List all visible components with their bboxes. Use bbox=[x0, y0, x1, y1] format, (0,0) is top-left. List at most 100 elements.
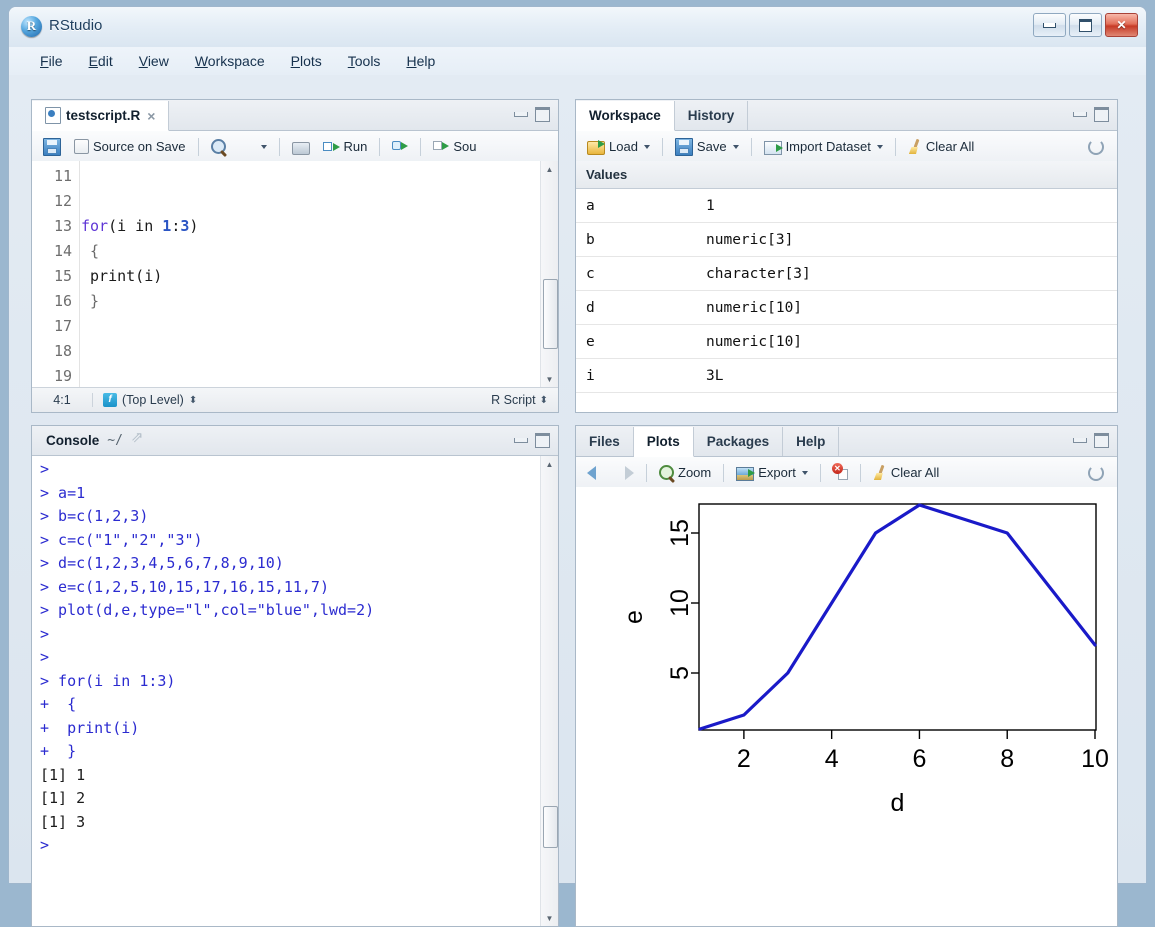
refresh-plot-button[interactable] bbox=[1083, 463, 1109, 483]
popout-icon[interactable] bbox=[131, 428, 147, 447]
remove-plot-button[interactable] bbox=[828, 463, 853, 482]
scroll-down-icon[interactable]: ▼ bbox=[541, 910, 558, 926]
console-input-line: + } bbox=[40, 742, 77, 760]
function-scope-icon: f bbox=[103, 393, 117, 407]
find-button[interactable] bbox=[206, 137, 231, 156]
window-controls: ✕ bbox=[1033, 13, 1138, 37]
menu-edit[interactable]: Edit bbox=[78, 50, 124, 72]
menu-help[interactable]: Help bbox=[395, 50, 446, 72]
refresh-icon bbox=[1088, 138, 1104, 155]
table-row[interactable]: e numeric[10] bbox=[576, 325, 1117, 359]
x-axis-tick-label: 8 bbox=[1000, 745, 1014, 773]
scope-selector[interactable]: f (Top Level) ⬍ bbox=[93, 393, 491, 407]
tab-history[interactable]: History bbox=[675, 101, 749, 130]
menu-tools[interactable]: Tools bbox=[337, 50, 392, 72]
tab-files[interactable]: Files bbox=[576, 427, 634, 456]
menu-plots[interactable]: Plots bbox=[280, 50, 333, 72]
save-workspace-button[interactable]: Save bbox=[670, 136, 744, 158]
console-scrollbar[interactable]: ▲ ▼ bbox=[540, 456, 558, 926]
menu-file[interactable]: File bbox=[29, 50, 74, 72]
editor-body[interactable]: 11 12 13 14 15 16 17 18 19 for(i in 1:3)… bbox=[32, 161, 558, 387]
scroll-up-icon[interactable]: ▲ bbox=[541, 161, 558, 177]
file-type-selector[interactable]: R Script ⬍ bbox=[491, 393, 558, 407]
zoom-icon bbox=[659, 465, 674, 480]
save-label: Save bbox=[696, 139, 727, 154]
plots-minimize-icon[interactable] bbox=[1073, 438, 1087, 443]
scrollbar-thumb[interactable] bbox=[543, 279, 558, 349]
tab-workspace[interactable]: Workspace bbox=[576, 101, 675, 131]
import-dataset-button[interactable]: Import Dataset bbox=[759, 136, 888, 157]
console-input-line: > plot(d,e,type="l",col="blue",lwd=2) bbox=[40, 601, 375, 619]
load-folder-icon bbox=[587, 140, 605, 155]
workspace-toolbar: Load Save Import Dataset Clear All bbox=[576, 131, 1117, 163]
code-tools-button[interactable] bbox=[234, 137, 272, 157]
save-icon bbox=[43, 137, 61, 156]
toolbar-separator bbox=[750, 137, 752, 156]
close-button[interactable]: ✕ bbox=[1105, 13, 1138, 37]
menu-workspace[interactable]: Workspace bbox=[184, 50, 276, 72]
console-minimize-icon[interactable] bbox=[514, 438, 528, 443]
table-row[interactable]: a 1 bbox=[576, 189, 1117, 223]
console-input-line: > d=c(1,2,3,4,5,6,7,8,9,10) bbox=[40, 554, 284, 572]
plots-maximize-icon[interactable] bbox=[1094, 433, 1109, 448]
table-row[interactable]: d numeric[10] bbox=[576, 291, 1117, 325]
import-dataset-icon bbox=[763, 141, 783, 155]
toolbar-separator bbox=[379, 137, 381, 156]
export-plot-button[interactable]: Export bbox=[731, 462, 813, 483]
load-workspace-button[interactable]: Load bbox=[582, 136, 655, 157]
source-button[interactable]: Sou bbox=[428, 137, 481, 157]
editor-status-bar: 4:1 f (Top Level) ⬍ R Script ⬍ bbox=[32, 387, 558, 412]
tab-help[interactable]: Help bbox=[783, 427, 840, 456]
rerun-button[interactable] bbox=[387, 137, 413, 157]
source-on-save-checkbox[interactable]: Source on Save bbox=[69, 137, 191, 156]
source-icon bbox=[433, 139, 450, 155]
scrollbar-thumb[interactable] bbox=[543, 806, 558, 848]
editor-scrollbar[interactable]: ▲ ▼ bbox=[540, 161, 558, 387]
run-button[interactable]: Run bbox=[318, 137, 373, 156]
console-output[interactable]: > > a=1 > b=c(1,2,3) > c=c("1","2","3") > d=… bbox=[32, 456, 558, 926]
variable-name: e bbox=[586, 333, 595, 350]
variable-value: numeric[10] bbox=[706, 333, 803, 350]
menu-view[interactable]: View bbox=[128, 50, 180, 72]
previous-plot-button[interactable] bbox=[582, 463, 609, 482]
load-label: Load bbox=[609, 139, 638, 154]
y-axis-label: e bbox=[620, 610, 648, 624]
editor-minimize-icon[interactable] bbox=[514, 112, 528, 117]
table-row[interactable]: b numeric[3] bbox=[576, 223, 1117, 257]
editor-tab-close-icon[interactable]: × bbox=[147, 108, 155, 124]
table-row[interactable]: i 3L bbox=[576, 359, 1117, 393]
tab-plots[interactable]: Plots bbox=[633, 427, 694, 457]
clear-workspace-button[interactable]: Clear All bbox=[903, 137, 979, 156]
scroll-down-icon[interactable]: ▼ bbox=[541, 371, 558, 387]
next-plot-button[interactable] bbox=[612, 463, 639, 482]
zoom-plot-button[interactable]: Zoom bbox=[654, 463, 716, 482]
chevron-down-icon bbox=[732, 144, 739, 149]
minimize-button[interactable] bbox=[1033, 13, 1066, 37]
save-button[interactable] bbox=[38, 136, 66, 158]
clear-plots-button[interactable]: Clear All bbox=[868, 463, 944, 482]
toolbar-separator bbox=[197, 137, 199, 156]
refresh-workspace-button[interactable] bbox=[1083, 137, 1109, 157]
maximize-button[interactable] bbox=[1069, 13, 1102, 37]
tab-packages[interactable]: Packages bbox=[694, 427, 784, 456]
console-output-line: [1] 1 bbox=[40, 765, 86, 784]
workspace-maximize-icon[interactable] bbox=[1094, 107, 1109, 122]
plot-line-series bbox=[698, 503, 1097, 731]
console-input-line: + { bbox=[40, 695, 77, 713]
plot-canvas[interactable]: 5 10 15 2 4 6 8 10 d e bbox=[576, 487, 1117, 926]
scroll-up-icon[interactable]: ▲ bbox=[541, 456, 558, 472]
file-type-label: R Script bbox=[491, 393, 536, 407]
run-icon bbox=[322, 140, 340, 153]
print-button[interactable] bbox=[287, 137, 315, 157]
editor-line-numbers: 11 12 13 14 15 16 17 18 19 bbox=[32, 161, 80, 387]
editor-maximize-icon[interactable] bbox=[535, 107, 550, 122]
toolbar-separator bbox=[661, 137, 663, 156]
editor-tab-testscript[interactable]: testscript.R × bbox=[32, 101, 170, 131]
console-maximize-icon[interactable] bbox=[535, 433, 550, 448]
workspace-minimize-icon[interactable] bbox=[1073, 112, 1087, 117]
y-axis-tick-label: 5 bbox=[666, 666, 694, 680]
values-section-header: Values bbox=[576, 161, 1117, 189]
editor-code-text[interactable]: for(i in 1:3) { print(i) } bbox=[81, 161, 540, 387]
table-row[interactable]: c character[3] bbox=[576, 257, 1117, 291]
print-icon bbox=[291, 141, 310, 155]
